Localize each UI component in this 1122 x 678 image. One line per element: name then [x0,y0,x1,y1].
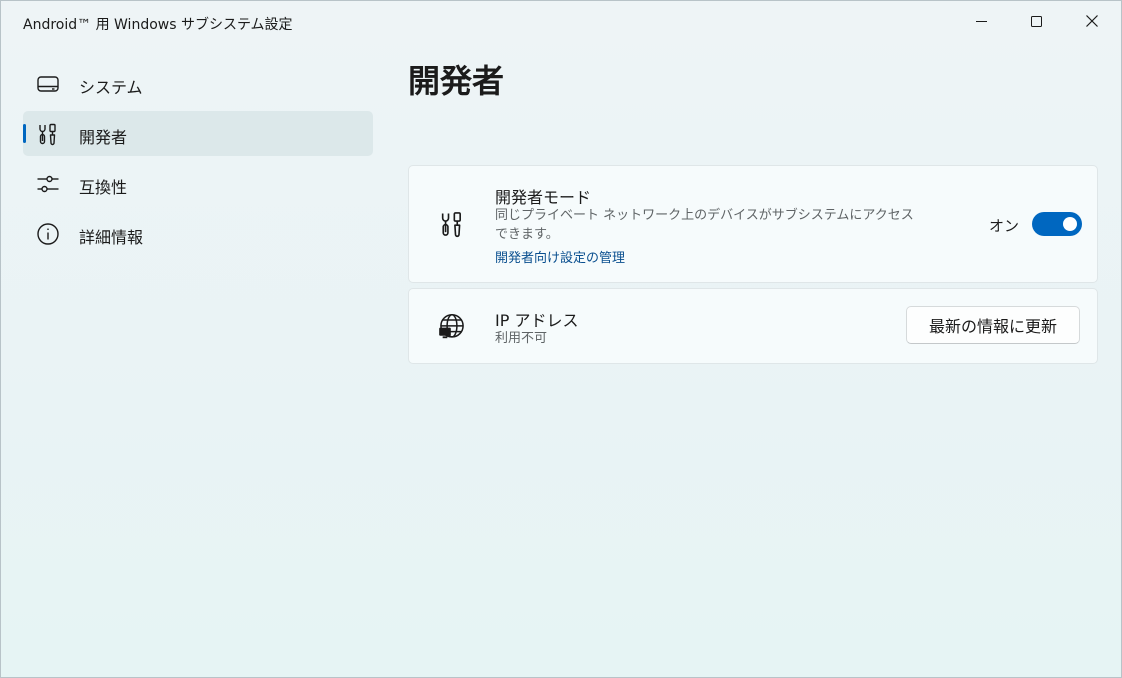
developer-tools-icon [36,122,60,146]
developer-mode-title: 開発者モード [495,188,592,207]
developer-mode-toggle[interactable] [1032,212,1082,236]
sidebar-item-compatibility[interactable]: 互換性 [23,161,373,206]
maximize-icon [1030,15,1042,27]
developer-mode-description: 同じプライベート ネットワーク上のデバイスがサブシステムにアクセスできます。 [495,208,914,242]
info-icon [36,222,60,246]
sidebar-item-label: 互換性 [79,178,128,197]
sidebar-item-label: システム [79,78,143,97]
selection-indicator [23,124,26,143]
globe-network-icon [437,312,467,342]
toggle-state-label: オン [989,217,1020,235]
system-display-icon [36,72,60,96]
developer-mode-card: 開発者モード 同じプライベート ネットワーク上のデバイスがサブシステムにアクセス… [408,165,1098,283]
window-title: Android™ 用 Windows サブシステム設定 [23,17,293,33]
sidebar-item-developer[interactable]: 開発者 [23,111,373,156]
ip-address-title: IP アドレス [495,311,579,330]
sidebar-item-about[interactable]: 詳細情報 [23,211,373,256]
close-button[interactable] [1064,1,1120,41]
ip-address-value: 利用不可 [495,331,548,346]
close-icon [1086,15,1098,27]
page-title: 開発者 [408,62,505,100]
sidebar-item-system[interactable]: システム [23,61,373,106]
maximize-button[interactable] [1008,1,1064,41]
ip-address-card: IP アドレス 利用不可 最新の情報に更新 [408,288,1098,364]
developer-tools-icon [437,209,467,239]
minimize-button[interactable] [953,1,1009,41]
toggle-knob [1063,217,1077,231]
refresh-button[interactable]: 最新の情報に更新 [906,306,1080,344]
title-bar: Android™ 用 Windows サブシステム設定 [1,1,1121,45]
manage-developer-settings-link[interactable]: 開発者向け設定の管理 [495,247,625,266]
settings-window: Android™ 用 Windows サブシステム設定 システム 開発者 互換性… [0,0,1122,678]
sidebar-item-label: 開発者 [79,128,128,147]
minimize-icon [975,20,987,22]
sidebar-item-label: 詳細情報 [79,228,144,247]
sliders-icon [36,172,60,196]
